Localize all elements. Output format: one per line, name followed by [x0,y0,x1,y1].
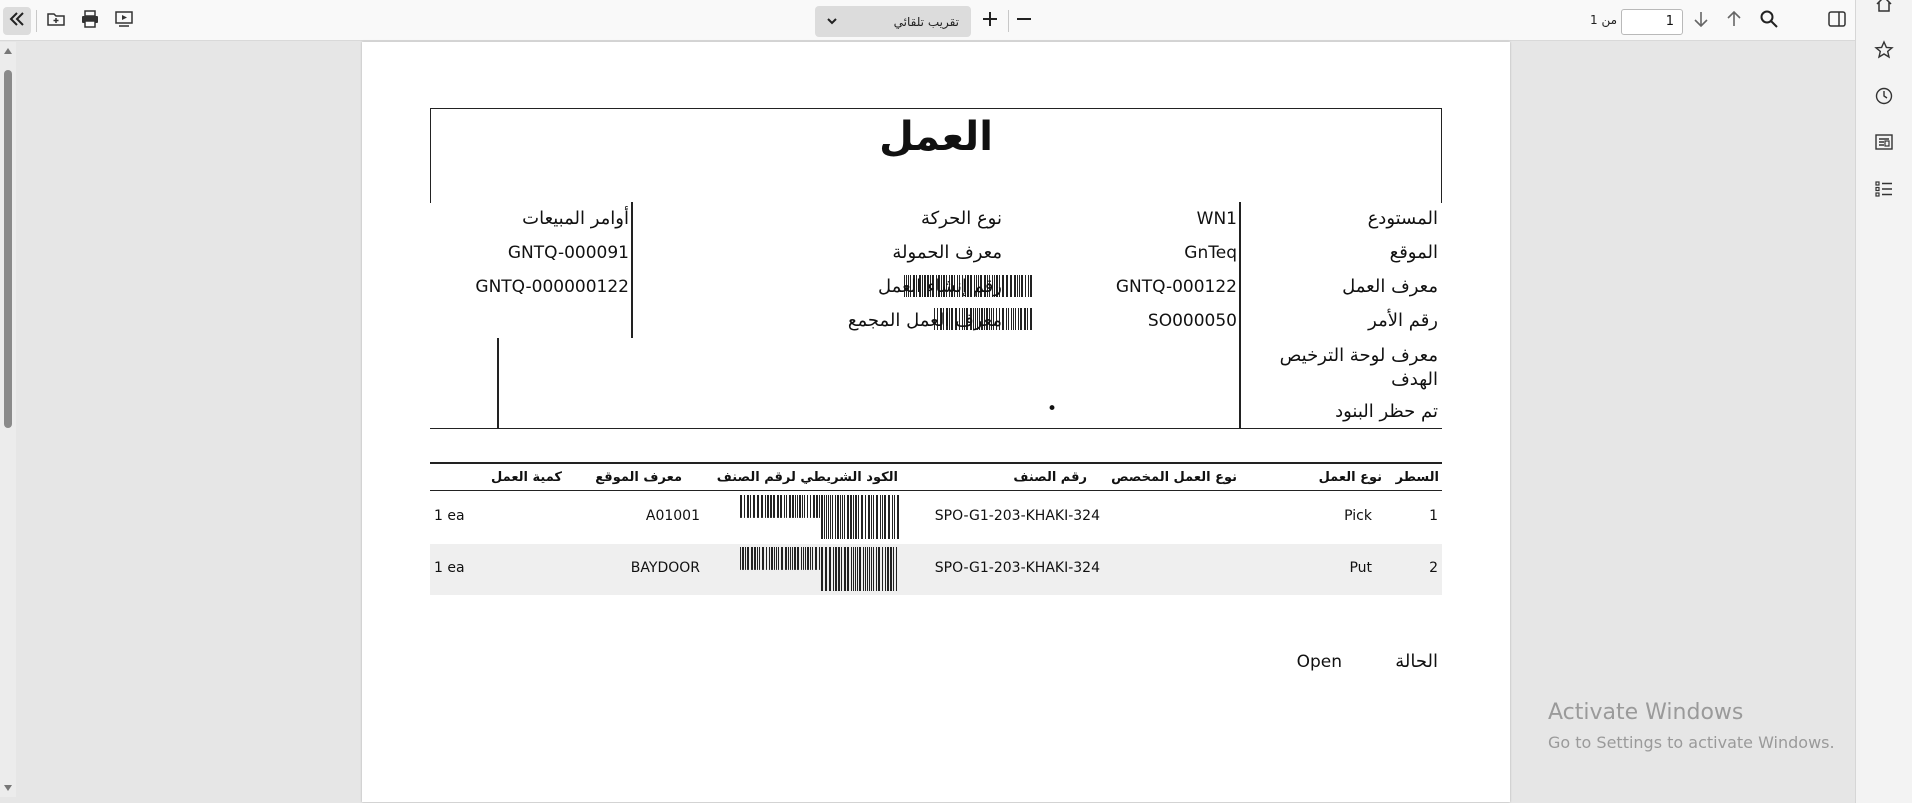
table-header-bottom-border [430,490,1442,491]
lines-blocked-value: • [1046,399,1058,419]
document-title: العمل [879,114,993,160]
double-chevron-left-icon [7,9,27,33]
item-barcode [740,495,899,539]
zoom-in-button[interactable] [976,7,1004,35]
order-number-label: رقم الأمر [1368,310,1438,331]
find-button[interactable] [1755,7,1783,35]
activation-watermark-title: Activate Windows [1548,700,1744,725]
cell-work-quantity: 1 ea [434,560,465,576]
work-creation-number-value: GNTQ-000000122 [475,277,629,297]
history-icon [1874,86,1894,110]
zoom-out-button[interactable] [1010,7,1038,35]
cell-work-type: Put [1349,560,1372,576]
col-header-item-barcode: الكود الشريطي لرقم الصنف [716,470,898,485]
target-license-plate-label: معرف لوحة الترخيص الهدف [1279,345,1438,390]
scrollbar-thumb[interactable] [4,70,12,428]
col-header-work-type: نوع العمل [1318,470,1382,485]
previous-page-button[interactable] [1720,7,1748,35]
star-icon [1874,40,1894,64]
arrow-up-icon [1724,9,1744,33]
title-box-top-border [430,108,1442,109]
reader-view-icon [1827,9,1847,33]
zoom-select-value: تقريب تلقائي [893,14,959,29]
cluster-id-label: معرف العمل المجمع [847,310,1002,331]
sidebar-view-button[interactable] [1823,7,1851,35]
item-barcode [740,547,897,591]
next-page-button[interactable] [1687,7,1715,35]
search-icon [1759,9,1779,33]
scroll-up-arrow-icon[interactable] [4,48,12,54]
arrow-down-icon [1691,9,1711,33]
cell-line: 2 [1429,560,1438,576]
page-count-label: من 1 [1590,13,1618,27]
table-top-border [430,462,1442,464]
toolbar-separator [36,10,37,32]
open-file-button[interactable] [42,7,70,35]
lines-blocked-label: تم حظر البنود [1335,401,1438,422]
table-row: 1 Pick SPO-G1-203-KHAKI-324 A01001 1 ea [430,492,1442,543]
col-header-custom-work-type: نوع العمل المخصص [1111,470,1237,485]
work-creation-number-label: رقم إنشاء العمل [878,276,1002,297]
status-label: الحالة [1395,651,1438,672]
cell-line: 1 [1429,508,1438,524]
chevron-down-icon [825,14,839,28]
load-id-label: معرف الحمولة [892,242,1002,263]
reading-view-button[interactable] [1872,132,1896,156]
field-divider-lower [497,338,499,429]
activation-watermark-subtitle: Go to Settings to activate Windows. [1548,733,1835,752]
sidebar-toggle-button[interactable] [3,7,31,35]
table-row: 2 Put SPO-G1-203-KHAKI-324 BAYDOOR 1 ea [430,544,1442,595]
cell-item-number: SPO-G1-203-KHAKI-324 [934,508,1100,524]
zoom-out-icon [1014,9,1034,33]
col-header-item-number: رقم الصنف [1013,470,1087,485]
page-number-input[interactable]: 1 [1621,9,1683,35]
zoom-in-icon [980,9,1000,33]
pdf-page: العمل المستودع WN1 الموقع GnTeq معرف الع… [362,42,1510,802]
scroll-down-arrow-icon[interactable] [4,785,12,791]
col-header-work-quantity: كمية العمل [491,470,562,485]
field-divider-right [1239,202,1241,429]
cell-location-id: A01001 [645,508,700,524]
load-id-value: GNTQ-000091 [507,243,629,263]
col-header-line: السطر [1395,470,1439,485]
article-icon [1874,132,1894,156]
site-value: GnTeq [1184,243,1237,263]
cell-location-id: BAYDOOR [630,560,700,576]
pdf-toolbar: تقريب تلقائي من 1 1 [0,0,1855,41]
collections-button[interactable] [1872,179,1896,203]
warehouse-value: WN1 [1196,209,1237,229]
history-button[interactable] [1872,86,1896,110]
pdf-viewer-window: { "toolbar": { "zoom_value": "تقريب تلقا… [0,0,1912,803]
favorites-button[interactable] [1872,40,1896,64]
print-icon [80,9,100,33]
cell-work-type: Pick [1344,508,1372,524]
presentation-icon [114,9,134,33]
fields-bottom-border [430,428,1442,429]
work-id-value: GNTQ-000122 [1115,277,1237,297]
zoom-select[interactable]: تقريب تلقائي [815,6,971,37]
col-header-location-id: معرف الموقع [595,470,682,485]
transaction-type-value: أوامر المبيعات [522,208,629,229]
work-id-label: معرف العمل [1342,276,1438,297]
site-label: الموقع [1389,242,1438,263]
home-icon [1874,0,1894,18]
open-file-icon [46,9,66,33]
field-divider-left [631,202,633,338]
presentation-mode-button[interactable] [110,7,138,35]
warehouse-label: المستودع [1367,208,1438,229]
print-button[interactable] [76,7,104,35]
vertical-scrollbar[interactable] [0,42,16,797]
cell-item-number: SPO-G1-203-KHAKI-324 [934,560,1100,576]
home-button[interactable] [1872,0,1896,18]
cell-work-quantity: 1 ea [434,508,465,524]
status-value: Open [1296,652,1342,672]
toolbar-separator [1008,10,1009,32]
order-number-value: SO000050 [1147,311,1237,331]
transaction-type-label: نوع الحركة [920,208,1002,229]
list-icon [1874,179,1894,203]
browser-side-rail [1855,0,1912,803]
